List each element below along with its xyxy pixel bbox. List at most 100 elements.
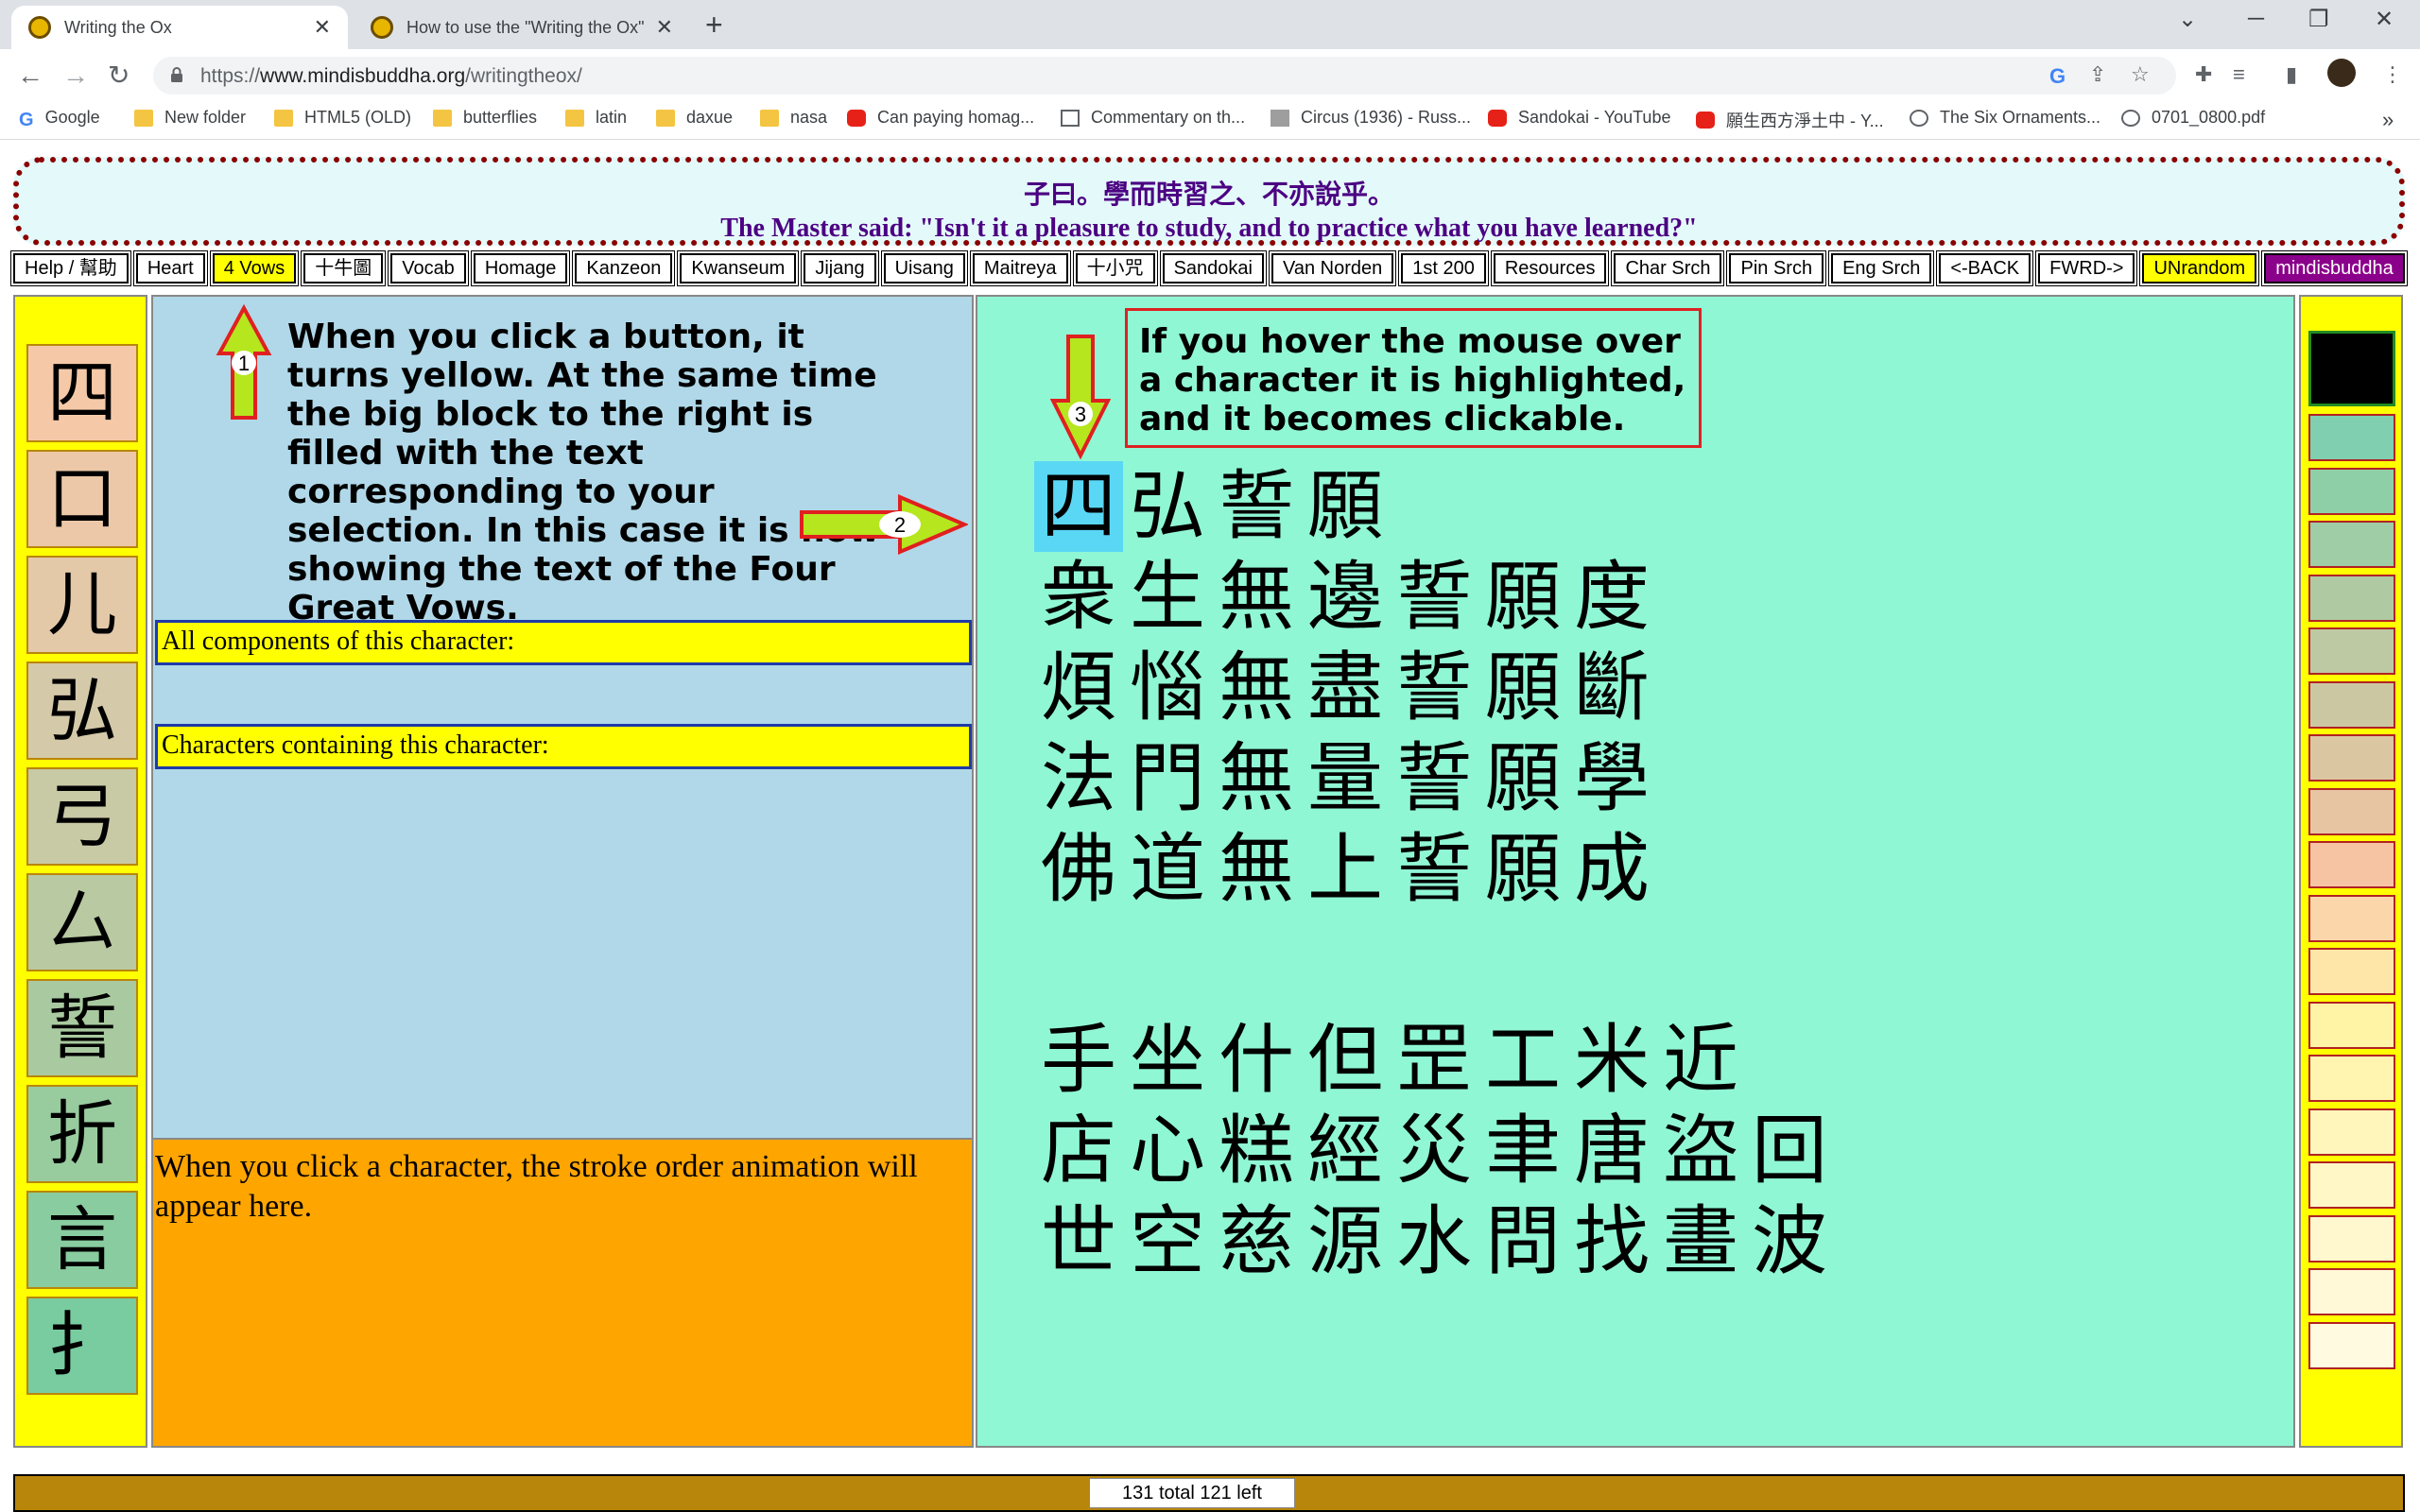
color-swatch[interactable] bbox=[2308, 1268, 2395, 1315]
media-icon[interactable]: ≡ bbox=[2233, 62, 2245, 87]
text-char[interactable]: 災 bbox=[1390, 1106, 1478, 1196]
profile-avatar[interactable] bbox=[2327, 59, 2356, 87]
text-char[interactable]: 盜 bbox=[1656, 1106, 1745, 1196]
nav-button[interactable]: Homage bbox=[471, 251, 570, 285]
component-char[interactable]: 口 bbox=[26, 450, 138, 548]
color-swatch[interactable] bbox=[2308, 948, 2395, 995]
component-char[interactable]: 言 bbox=[26, 1191, 138, 1289]
component-char[interactable]: 誓 bbox=[26, 979, 138, 1077]
text-char[interactable]: 煩 bbox=[1034, 643, 1123, 733]
text-char[interactable]: 坐 bbox=[1123, 1015, 1212, 1106]
color-swatch[interactable] bbox=[2308, 894, 2395, 942]
forward-icon[interactable]: → bbox=[62, 59, 89, 93]
nav-button[interactable]: Kanzeon bbox=[573, 251, 675, 285]
text-char[interactable]: 近 bbox=[1656, 1015, 1745, 1106]
nav-button[interactable]: FWRD-> bbox=[2036, 251, 2137, 285]
new-tab-icon[interactable]: + bbox=[705, 9, 723, 40]
text-char[interactable]: 找 bbox=[1567, 1196, 1656, 1287]
text-char[interactable]: 但 bbox=[1301, 1015, 1390, 1106]
bookmark-butterflies[interactable]: butterflies bbox=[433, 108, 537, 128]
text-char[interactable]: 問 bbox=[1478, 1196, 1567, 1287]
nav-button[interactable]: Char Srch bbox=[1612, 251, 1724, 285]
color-swatch[interactable] bbox=[2308, 734, 2395, 782]
text-char[interactable]: 店 bbox=[1034, 1106, 1123, 1196]
nav-button[interactable]: Sandokai bbox=[1160, 251, 1266, 285]
text-char[interactable]: 法 bbox=[1034, 733, 1123, 824]
component-char[interactable]: 四 bbox=[26, 344, 138, 442]
color-swatch[interactable] bbox=[2308, 1214, 2395, 1263]
tab-how-to-use[interactable]: How to use the "Writing the Ox" ✕ bbox=[354, 6, 690, 49]
tab-writing-the-ox[interactable]: Writing the Ox ✕ bbox=[11, 6, 348, 49]
text-char[interactable]: 唐 bbox=[1567, 1106, 1656, 1196]
color-swatch[interactable] bbox=[2308, 787, 2395, 835]
nav-button[interactable]: Pin Srch bbox=[1727, 251, 1826, 285]
tab-search-icon[interactable]: ⌄ bbox=[2178, 6, 2197, 33]
color-swatch[interactable] bbox=[2308, 1161, 2395, 1209]
text-char[interactable]: 誓 bbox=[1390, 824, 1478, 915]
bookmark-nasa[interactable]: nasa bbox=[760, 108, 827, 128]
restore-icon[interactable]: ❐ bbox=[2308, 6, 2329, 33]
text-char[interactable]: 什 bbox=[1212, 1015, 1301, 1106]
bookmark-sandokai-youtube[interactable]: Sandokai - YouTube bbox=[1488, 108, 1670, 128]
reload-icon[interactable]: ↻ bbox=[108, 59, 130, 93]
address-bar[interactable]: https://www.mindisbuddha.org/writingtheo… bbox=[153, 57, 2176, 94]
text-char[interactable]: 慈 bbox=[1212, 1196, 1301, 1287]
text-char[interactable]: 誓 bbox=[1212, 461, 1301, 552]
url-text[interactable]: https://www.mindisbuddha.org/writingtheo… bbox=[200, 65, 582, 88]
text-char[interactable]: 手 bbox=[1034, 1015, 1123, 1106]
color-swatch[interactable] bbox=[2308, 841, 2395, 888]
text-char[interactable]: 願 bbox=[1478, 643, 1567, 733]
nav-button[interactable]: Jijang bbox=[802, 251, 878, 285]
component-char[interactable]: 弓 bbox=[26, 767, 138, 866]
bookmark-six-ornaments[interactable]: The Six Ornaments... bbox=[1910, 108, 2100, 128]
text-char[interactable]: 願 bbox=[1478, 824, 1567, 915]
text-char[interactable]: 衆 bbox=[1034, 552, 1123, 643]
text-char[interactable]: 聿 bbox=[1478, 1106, 1567, 1196]
text-char[interactable]: 米 bbox=[1567, 1015, 1656, 1106]
nav-button[interactable]: 4 Vows bbox=[210, 251, 299, 285]
color-swatch[interactable] bbox=[2308, 1108, 2395, 1156]
bookmark-pdf[interactable]: 0701_0800.pdf bbox=[2121, 108, 2265, 128]
share-icon[interactable]: ⇪ bbox=[2089, 62, 2106, 87]
side-panel-icon[interactable]: ▮ bbox=[2286, 62, 2297, 87]
close-tab-icon[interactable]: ✕ bbox=[314, 15, 331, 40]
bookmark-star-icon[interactable]: ☆ bbox=[2131, 62, 2150, 87]
bookmark-new-folder[interactable]: New folder bbox=[134, 108, 246, 128]
text-char[interactable]: 度 bbox=[1567, 552, 1656, 643]
text-char[interactable]: 盡 bbox=[1301, 643, 1390, 733]
color-swatch[interactable] bbox=[2308, 1321, 2395, 1369]
close-window-icon[interactable]: ✕ bbox=[2375, 6, 2394, 33]
nav-button[interactable]: Vocab bbox=[389, 251, 468, 285]
nav-button[interactable]: UNrandom bbox=[2140, 251, 2259, 285]
bookmark-circus[interactable]: Circus (1936) - Russ... bbox=[1270, 108, 1471, 128]
text-char[interactable]: 成 bbox=[1567, 824, 1656, 915]
nav-button[interactable]: mindisbuddha bbox=[2262, 251, 2407, 285]
color-swatch[interactable] bbox=[2308, 1001, 2395, 1049]
text-char[interactable]: 誓 bbox=[1390, 643, 1478, 733]
nav-button[interactable]: 十小咒 bbox=[1073, 251, 1157, 285]
close-tab-icon[interactable]: ✕ bbox=[656, 15, 673, 40]
component-char[interactable]: 厶 bbox=[26, 873, 138, 971]
nav-button[interactable]: 十牛圖 bbox=[302, 251, 386, 285]
text-char[interactable]: 佛 bbox=[1034, 824, 1123, 915]
text-char[interactable]: 願 bbox=[1478, 552, 1567, 643]
text-char[interactable]: 源 bbox=[1301, 1196, 1390, 1287]
bookmark-html5[interactable]: HTML5 (OLD) bbox=[274, 108, 411, 128]
text-char[interactable]: 願 bbox=[1478, 733, 1567, 824]
color-swatch[interactable] bbox=[2308, 574, 2395, 622]
color-swatch[interactable] bbox=[2308, 521, 2395, 568]
back-icon[interactable]: ← bbox=[17, 59, 43, 93]
text-char[interactable]: 無 bbox=[1212, 643, 1301, 733]
text-char[interactable]: 斷 bbox=[1567, 643, 1656, 733]
more-bookmarks-icon[interactable]: » bbox=[2382, 108, 2394, 132]
color-swatch[interactable] bbox=[2308, 414, 2395, 461]
nav-button[interactable]: Van Norden bbox=[1269, 251, 1396, 285]
text-char[interactable]: 水 bbox=[1390, 1196, 1478, 1287]
text-char[interactable]: 經 bbox=[1301, 1106, 1390, 1196]
text-char[interactable]: 邊 bbox=[1301, 552, 1390, 643]
text-char[interactable]: 生 bbox=[1123, 552, 1212, 643]
text-char[interactable]: 誓 bbox=[1390, 733, 1478, 824]
extensions-icon[interactable]: ✚ bbox=[2195, 62, 2212, 87]
bookmark-can-paying-homage[interactable]: Can paying homag... bbox=[847, 108, 1034, 128]
text-char[interactable]: 波 bbox=[1745, 1196, 1834, 1287]
